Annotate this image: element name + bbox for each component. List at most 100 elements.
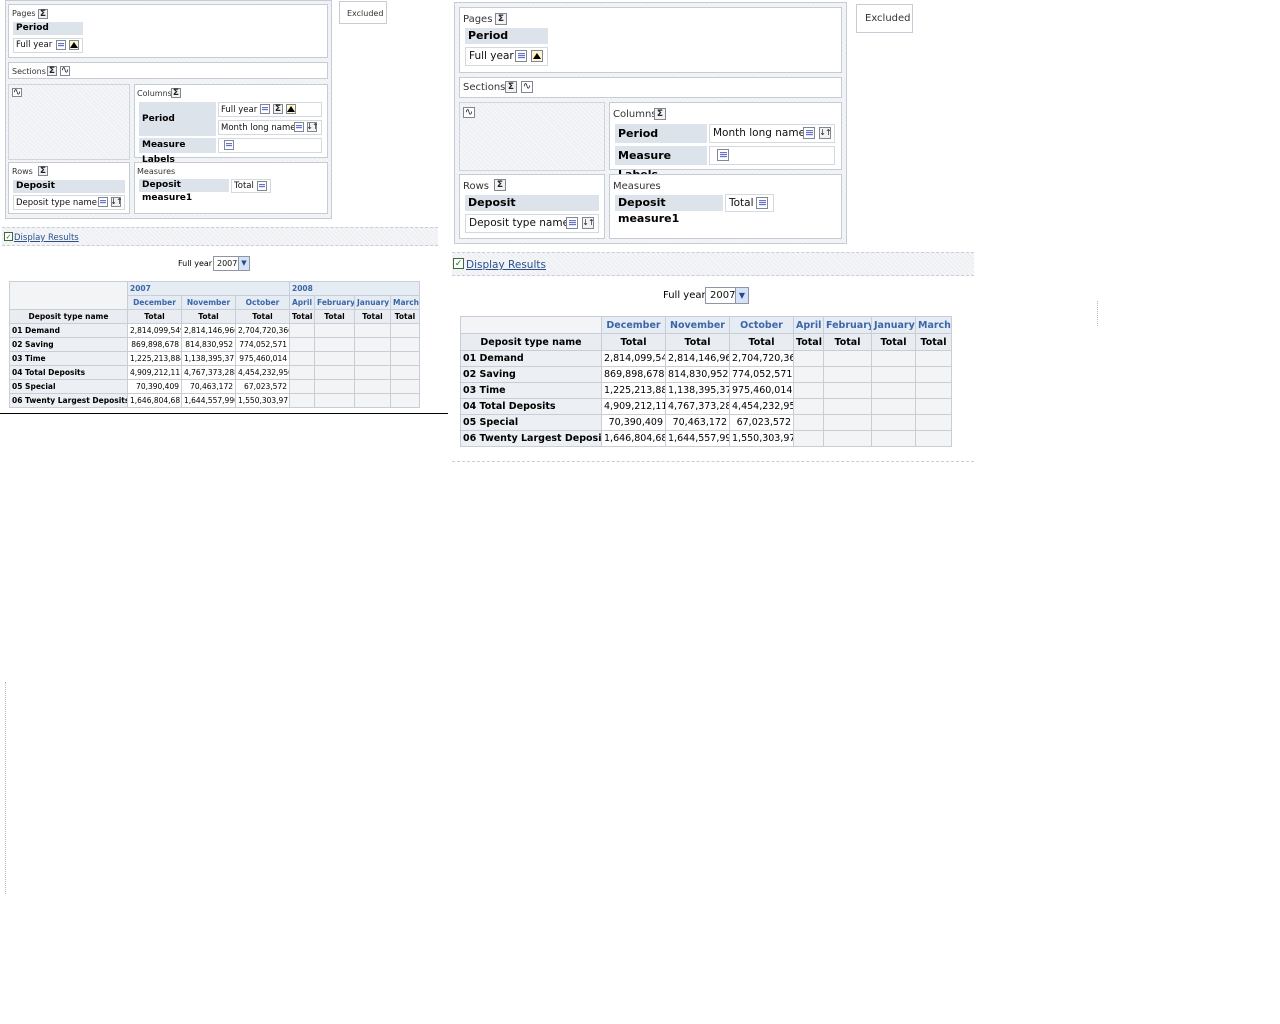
list-icon[interactable]	[566, 217, 578, 229]
page-year-select[interactable]: 2007 ▼	[705, 287, 749, 304]
display-results-link[interactable]: Display Results	[14, 233, 79, 243]
month-header[interactable]: February	[823, 316, 872, 334]
sigma-icon[interactable]	[47, 66, 57, 76]
row-label: 02 Saving	[9, 337, 128, 352]
value-cell: 2,814,146,966	[665, 350, 730, 367]
table-row: 06 Twenty Largest Deposits 1,646,804,681…	[460, 430, 952, 447]
month-header[interactable]: November	[665, 316, 730, 334]
list-icon[interactable]	[56, 40, 66, 50]
list-icon[interactable]	[98, 197, 108, 207]
measures-area: Measures Deposit measure1 Total	[609, 174, 842, 239]
sigma-icon[interactable]	[654, 108, 666, 120]
value-cell: 70,463,172	[181, 379, 236, 394]
section-slider-icon[interactable]	[521, 81, 533, 93]
sigma-icon[interactable]	[494, 179, 506, 191]
list-icon[interactable]	[257, 181, 267, 191]
corner-cell	[460, 316, 602, 334]
up-arrow-icon[interactable]	[286, 104, 296, 114]
rows-deposit-header[interactable]: Deposit	[465, 195, 599, 211]
list-icon[interactable]	[803, 127, 815, 139]
display-results-checkbox[interactable]: ✓	[453, 258, 464, 269]
dotted-guide	[5, 682, 6, 894]
sigma-icon[interactable]	[505, 81, 517, 93]
total-header: Total	[871, 333, 916, 351]
up-arrow-icon[interactable]	[531, 50, 543, 62]
section-slider-icon[interactable]	[60, 66, 70, 76]
row-label: 02 Saving	[460, 366, 602, 383]
columns-area: Columns Period Month long name Measure L…	[609, 102, 842, 181]
sections-area: Sections	[8, 62, 328, 79]
table-row: 06 Twenty Largest Deposits 1,646,804,681…	[9, 393, 420, 408]
sections-label: Sections	[12, 67, 46, 76]
month-header[interactable]: October	[729, 316, 794, 334]
pages-label: Pages	[12, 9, 36, 18]
page-year-select[interactable]: 2007 ▼	[213, 256, 250, 271]
value-cell: 4,454,232,950	[729, 398, 794, 415]
corner-area	[459, 102, 605, 171]
list-icon[interactable]	[756, 197, 768, 209]
list-icon[interactable]	[224, 140, 234, 150]
sigma-icon[interactable]	[495, 13, 507, 25]
pages-period-header[interactable]: Period	[13, 22, 83, 35]
sigma-icon[interactable]	[38, 166, 48, 176]
display-results-checkbox[interactable]: ✓	[4, 232, 13, 241]
month-header[interactable]: February	[314, 295, 355, 310]
rows-deposit-type[interactable]: Deposit type name	[13, 195, 125, 210]
sort-icon[interactable]	[111, 197, 121, 207]
month-header[interactable]: January	[354, 295, 391, 310]
rows-deposit-header[interactable]: Deposit	[13, 180, 125, 193]
table-row: 05 Special 70,390,409 70,463,172 67,023,…	[460, 414, 952, 431]
columns-period-header[interactable]: Period	[139, 102, 216, 136]
sort-icon[interactable]	[307, 122, 317, 132]
pages-period-value-label: Full year	[16, 40, 53, 50]
value-cell: 1,644,557,990	[181, 393, 236, 408]
sigma-icon[interactable]	[273, 104, 283, 114]
month-header[interactable]: March	[915, 316, 952, 334]
value-cell: 814,830,952	[665, 366, 730, 383]
sort-icon[interactable]	[819, 127, 831, 139]
columns-measure-labels[interactable]: Measure Labels	[139, 138, 216, 165]
rows-deposit-type-label: Deposit type name	[16, 198, 97, 208]
page-selector-label: Full year	[663, 290, 706, 301]
list-icon[interactable]	[515, 50, 527, 62]
up-arrow-icon[interactable]	[69, 40, 79, 50]
month-header[interactable]: December	[601, 316, 666, 334]
rows-deposit-type[interactable]: Deposit type name	[465, 214, 599, 233]
display-results-link[interactable]: Display Results	[466, 259, 546, 271]
month-header[interactable]: November	[181, 295, 236, 310]
columns-period-header[interactable]: Period	[615, 124, 707, 143]
month-header[interactable]: March	[390, 295, 420, 310]
total-header: Total	[793, 333, 824, 351]
list-icon[interactable]	[260, 104, 270, 114]
pages-period-value-label: Full year	[469, 50, 514, 62]
columns-measure-labels[interactable]: Measure Labels	[615, 146, 707, 181]
month-header[interactable]: April	[793, 316, 824, 334]
columns-month[interactable]: Month long name	[709, 124, 835, 143]
table-row: 02 Saving 869,898,678 814,830,952 774,05…	[460, 366, 952, 383]
measures-deposit-measure[interactable]: Deposit measure1	[615, 195, 723, 225]
month-header[interactable]: December	[127, 295, 182, 310]
row-label: 01 Demand	[460, 350, 602, 367]
list-icon[interactable]	[717, 149, 729, 161]
sigma-icon[interactable]	[171, 88, 181, 98]
month-header[interactable]: April	[289, 295, 315, 310]
excluded-label: Excluded	[347, 9, 384, 18]
columns-full-year[interactable]: Full year	[218, 102, 322, 117]
row-label: 05 Special	[460, 414, 602, 431]
value-cell: 70,463,172	[665, 414, 730, 431]
sort-icon[interactable]	[582, 217, 594, 229]
section-slider-icon[interactable]	[12, 88, 22, 97]
total-header: Total	[665, 333, 730, 351]
month-header[interactable]: January	[871, 316, 916, 334]
total-header: Total	[354, 309, 391, 324]
list-icon[interactable]	[294, 122, 304, 132]
section-slider-icon[interactable]	[463, 107, 475, 118]
table-row: 01 Demand 2,814,099,549 2,814,146,966 2,…	[460, 350, 952, 367]
total-header: Total	[289, 309, 315, 324]
pages-period-header[interactable]: Period	[465, 28, 548, 44]
row-header-title: Deposit type name	[460, 333, 602, 351]
total-header: Total	[823, 333, 872, 351]
sigma-icon[interactable]	[38, 9, 48, 19]
measures-deposit-measure[interactable]: Deposit measure1	[139, 179, 229, 203]
month-header[interactable]: October	[235, 295, 290, 310]
